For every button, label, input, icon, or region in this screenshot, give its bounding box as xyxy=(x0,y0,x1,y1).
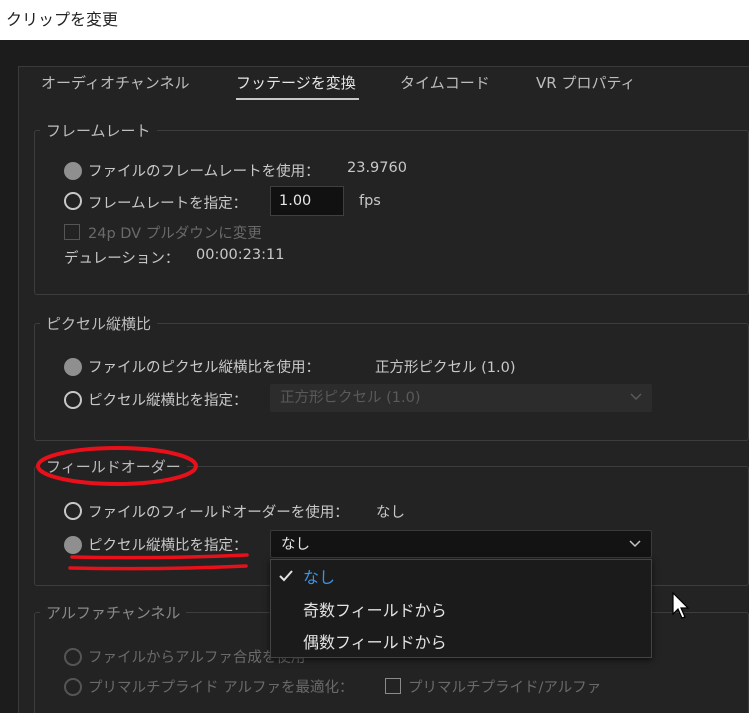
conform-field-order-radio[interactable] xyxy=(64,536,82,554)
interpret-alpha-radio[interactable] xyxy=(64,648,82,666)
field-order-select-value: なし xyxy=(281,537,310,553)
assume-frame-rate-radio[interactable] xyxy=(64,192,82,210)
premultiply-checkbox[interactable] xyxy=(385,678,401,694)
pulldown-checkbox[interactable] xyxy=(64,224,80,240)
file-pixel-aspect-value: 正方形ピクセル (1.0) xyxy=(375,360,516,376)
tab-vr-properties[interactable]: VR プロパティ xyxy=(536,72,636,93)
pixel-aspect-group-title: ピクセル縦横比 xyxy=(40,313,158,334)
tab-timecode[interactable]: タイムコード xyxy=(400,72,490,93)
menu-item-none[interactable]: なし xyxy=(303,564,335,588)
duration-value: 00:00:23:11 xyxy=(196,247,285,263)
use-file-frame-rate-radio[interactable] xyxy=(64,162,82,180)
pixel-aspect-group xyxy=(34,323,749,441)
premultiply-label: プリマルチプライド アルファを最適化： xyxy=(88,680,354,696)
frame-rate-group-title: フレームレート xyxy=(40,120,157,141)
pixel-aspect-select[interactable]: 正方形ピクセル (1.0) xyxy=(270,384,652,412)
chevron-down-icon xyxy=(630,393,642,401)
use-file-field-order-label: ファイルのフィールドオーダーを使用： xyxy=(88,505,349,521)
pulldown-label: 24p DV プルダウンに変更 xyxy=(88,226,262,242)
premultiply-radio[interactable] xyxy=(64,678,82,696)
use-file-field-order-radio[interactable] xyxy=(64,502,82,520)
menu-item-lower-field-first[interactable]: 偶数フィールドから xyxy=(303,629,447,653)
field-order-select[interactable]: なし xyxy=(270,530,652,558)
use-file-pixel-aspect-radio[interactable] xyxy=(64,358,82,376)
frame-rate-input[interactable]: 1.00 xyxy=(270,186,344,216)
mouse-pointer-icon xyxy=(672,592,690,619)
use-file-pixel-aspect-label: ファイルのピクセル縦横比を使用： xyxy=(88,360,320,376)
use-file-frame-rate-label: ファイルのフレームレートを使用： xyxy=(88,164,320,180)
menu-item-upper-field-first[interactable]: 奇数フィールドから xyxy=(303,597,447,621)
field-order-dropdown-menu: なし 奇数フィールドから 偶数フィールドから xyxy=(270,559,652,658)
alpha-channel-group-title: アルファチャンネル xyxy=(40,602,187,623)
file-frame-rate-value: 23.9760 xyxy=(347,160,407,176)
chevron-down-icon xyxy=(629,540,641,548)
field-order-group-title: フィールドオーダー xyxy=(40,456,187,477)
active-tab-indicator xyxy=(236,98,359,100)
tab-audio-channels[interactable]: オーディオチャンネル xyxy=(41,72,190,93)
conform-field-order-label: ピクセル縦横比を指定： xyxy=(88,538,248,554)
file-field-order-value: なし xyxy=(376,505,405,521)
premultiply-checkbox-label: プリマルチプライド/アルファ xyxy=(408,680,602,696)
window-title: クリップを変更 xyxy=(0,0,749,40)
checkmark-icon xyxy=(279,570,293,582)
fps-unit-label: fps xyxy=(359,193,381,209)
conform-pixel-aspect-radio[interactable] xyxy=(64,391,82,409)
tab-modify-footage[interactable]: フッテージを変換 xyxy=(236,72,356,93)
duration-label: デュレーション： xyxy=(64,251,180,267)
assume-frame-rate-label: フレームレートを指定： xyxy=(88,196,248,212)
pixel-aspect-select-value: 正方形ピクセル (1.0) xyxy=(280,390,421,406)
conform-pixel-aspect-label: ピクセル縦横比を指定： xyxy=(88,393,248,409)
